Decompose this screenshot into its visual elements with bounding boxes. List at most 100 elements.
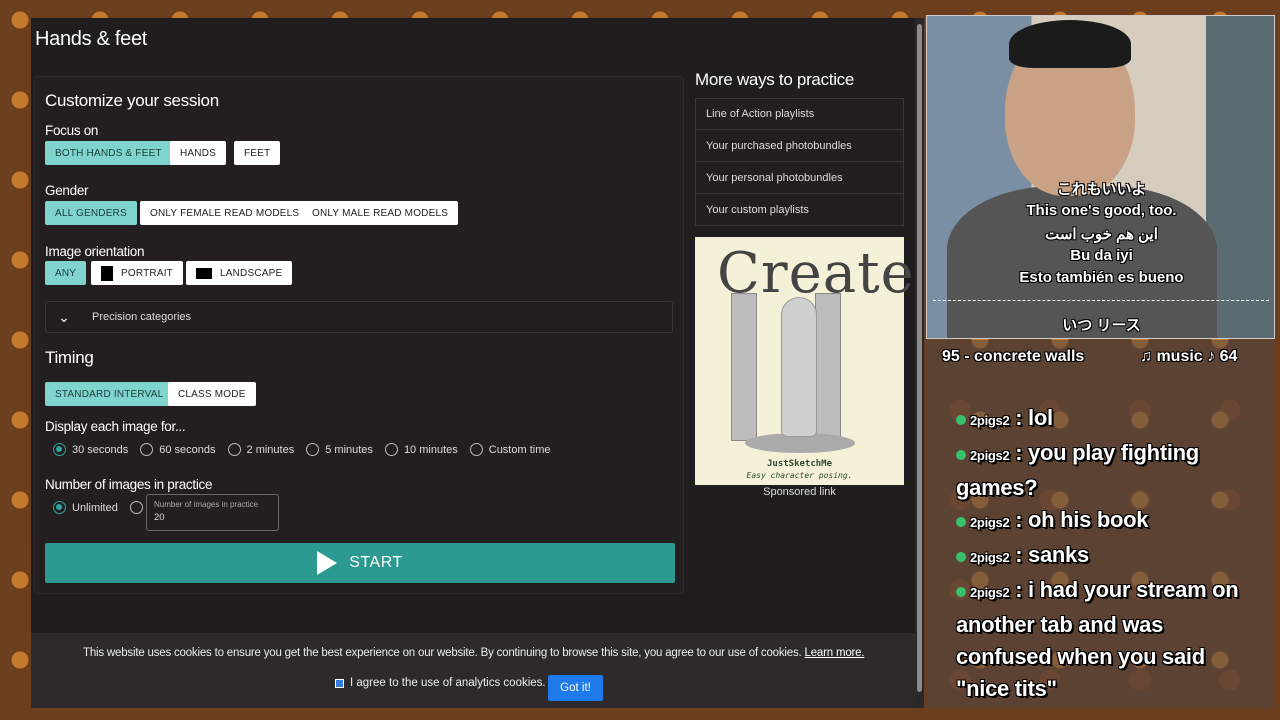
chevron-down-icon: ⌄	[58, 308, 70, 325]
focus-both-button[interactable]: BOTH HANDS & FEET	[45, 141, 172, 165]
image-count-value: 20	[154, 512, 165, 523]
chat-user: 2pigs2	[970, 585, 1010, 600]
orientation-portrait-label: PORTRAIT	[121, 267, 173, 279]
webcam-overlay: これもいいよ This one's good, too. این هم خوب …	[926, 15, 1275, 339]
duration-60s[interactable]: 60 seconds	[140, 443, 216, 456]
orientation-landscape-button[interactable]: LANDSCAPE	[186, 261, 293, 285]
duration-10m-label: 10 minutes	[403, 443, 458, 456]
chat-text: sanks	[1028, 542, 1089, 567]
duration-5m[interactable]: 5 minutes	[306, 443, 373, 456]
page-scrollbar[interactable]	[915, 18, 924, 708]
focus-hands-button[interactable]: HANDS	[170, 141, 227, 165]
duration-custom[interactable]: Custom time	[469, 443, 551, 456]
radio-selected-icon	[53, 501, 66, 514]
caption-bottom: いつ リース	[1062, 317, 1141, 334]
orientation-any-button[interactable]: ANY	[45, 261, 87, 285]
play-icon	[317, 551, 338, 575]
precision-categories-label: Precision categories	[92, 311, 192, 323]
caption-english: This one's good, too.	[1026, 202, 1177, 219]
chat-user: 2pigs2	[970, 515, 1010, 530]
count-unlimited[interactable]: Unlimited	[53, 501, 118, 514]
gender-female-button[interactable]: ONLY FEMALE READ MODELS	[140, 201, 310, 225]
cookie-message: This website uses cookies to ensure you …	[83, 647, 865, 659]
timing-heading: Timing	[45, 348, 94, 367]
chat-message: 2pigs2 : you play fighting games?	[956, 440, 1199, 500]
landscape-icon	[196, 267, 212, 279]
radio-icon	[227, 443, 241, 456]
stream-chat-overlay: 95 - concrete walls ♫ music ♪ 64 2pigs2 …	[926, 340, 1274, 708]
page-title: Hands & feet	[35, 28, 148, 50]
duration-custom-label: Custom time	[488, 443, 551, 456]
gender-all-button[interactable]: ALL GENDERS	[45, 201, 137, 225]
chat-user: 2pigs2	[970, 448, 1010, 463]
chat-message: 2pigs2 : oh his book	[956, 504, 1256, 539]
cookie-accept-button[interactable]: Got it!	[548, 675, 603, 701]
caption-divider	[933, 300, 1269, 301]
chat-message: 2pigs2 : sanks	[956, 539, 1256, 574]
orientation-landscape-label: LANDSCAPE	[220, 267, 283, 279]
radio-icon	[140, 443, 154, 456]
start-label: START	[349, 554, 403, 571]
duration-30s-label: 30 seconds	[72, 443, 129, 456]
ad-statue-figure	[781, 297, 817, 437]
radio-selected-icon	[53, 443, 66, 456]
mode-class-button[interactable]: CLASS MODE	[168, 382, 256, 406]
webcam-person-hair	[1009, 20, 1131, 68]
orientation-label: Image orientation	[45, 244, 145, 259]
ticker-left: 95 - concrete walls	[942, 348, 1085, 365]
practice-list: Line of Action playlists Your purchased …	[695, 98, 904, 226]
display-duration-label: Display each image for...	[45, 419, 186, 434]
gender-label: Gender	[45, 183, 89, 198]
chat-messages: 2pigs2 : lol 2pigs2 : you play fighting …	[956, 402, 1256, 705]
session-panel: Customize your session Focus on BOTH HAN…	[34, 76, 684, 594]
start-button[interactable]: START	[45, 543, 675, 583]
app-window: Hands & feet Customize your session Focu…	[31, 18, 924, 708]
precision-categories-toggle[interactable]: ⌄ Precision categories	[45, 301, 673, 333]
ad-brand: JustSketchMe	[766, 459, 833, 469]
focus-label: Focus on	[45, 123, 99, 138]
user-badge-icon	[956, 517, 966, 527]
chat-message: 2pigs2 : lol	[956, 402, 1256, 437]
duration-60s-label: 60 seconds	[159, 443, 216, 456]
duration-10m[interactable]: 10 minutes	[384, 443, 458, 456]
gender-male-button[interactable]: ONLY MALE READ MODELS	[302, 201, 459, 225]
sidebar-title: More ways to practice	[695, 70, 855, 89]
caption-persian: این هم خوب است	[1045, 226, 1158, 243]
mode-standard-button[interactable]: STANDARD INTERVAL	[45, 382, 174, 406]
checkbox-checked-icon[interactable]	[335, 678, 344, 688]
duration-2m[interactable]: 2 minutes	[227, 443, 295, 456]
portrait-icon	[101, 265, 113, 281]
sponsored-ad[interactable]: Create JustSketchMe Easy character posin…	[695, 237, 914, 485]
caption-turkish: Bu da iyi	[1070, 247, 1133, 264]
scrollbar-thumb[interactable]	[917, 24, 922, 692]
chat-text: oh his book	[1028, 507, 1149, 532]
cookie-learn-more-link[interactable]: Learn more.	[805, 647, 865, 659]
duration-30s[interactable]: 30 seconds	[53, 443, 128, 456]
focus-feet-button[interactable]: FEET	[234, 141, 281, 165]
ad-pillar-left	[731, 293, 757, 441]
caption-spanish: Esto también es bueno	[1019, 269, 1184, 286]
user-badge-icon	[956, 415, 966, 425]
image-count-placeholder: Number of images in practice	[154, 500, 259, 509]
duration-2m-label: 2 minutes	[246, 443, 295, 456]
orientation-portrait-button[interactable]: PORTRAIT	[91, 261, 183, 285]
user-badge-icon	[956, 450, 966, 460]
session-heading: Customize your session	[45, 91, 219, 110]
duration-options: 30 seconds 60 seconds 2 minutes 5 minute…	[53, 443, 563, 456]
ad-tagline: Easy character posing.	[746, 471, 853, 480]
chat-message: 2pigs2 : i had your stream on another ta…	[956, 577, 1239, 701]
sidebar-item-custom-playlists[interactable]: Your custom playlists	[695, 194, 904, 226]
count-unlimited-label: Unlimited	[72, 501, 118, 514]
sidebar-item-line-of-action-playlists[interactable]: Line of Action playlists	[695, 98, 904, 130]
sidebar-item-personal-photobundles[interactable]: Your personal photobundles	[695, 162, 904, 194]
ticker-right: ♫ music ♪ 64	[1140, 348, 1238, 365]
sidebar-item-purchased-photobundles[interactable]: Your purchased photobundles	[695, 130, 904, 162]
analytics-consent[interactable]: I agree to the use of analytics cookies.	[335, 677, 546, 689]
chat-user: 2pigs2	[970, 550, 1010, 565]
analytics-consent-label: I agree to the use of analytics cookies.	[350, 677, 546, 689]
image-count-label: Number of images in practice	[45, 477, 213, 492]
count-options: Unlimited	[53, 501, 161, 514]
sponsored-link-label: Sponsored link	[763, 486, 836, 498]
user-badge-icon	[956, 552, 966, 562]
image-count-field[interactable]: Number of images in practice 20	[146, 494, 279, 531]
